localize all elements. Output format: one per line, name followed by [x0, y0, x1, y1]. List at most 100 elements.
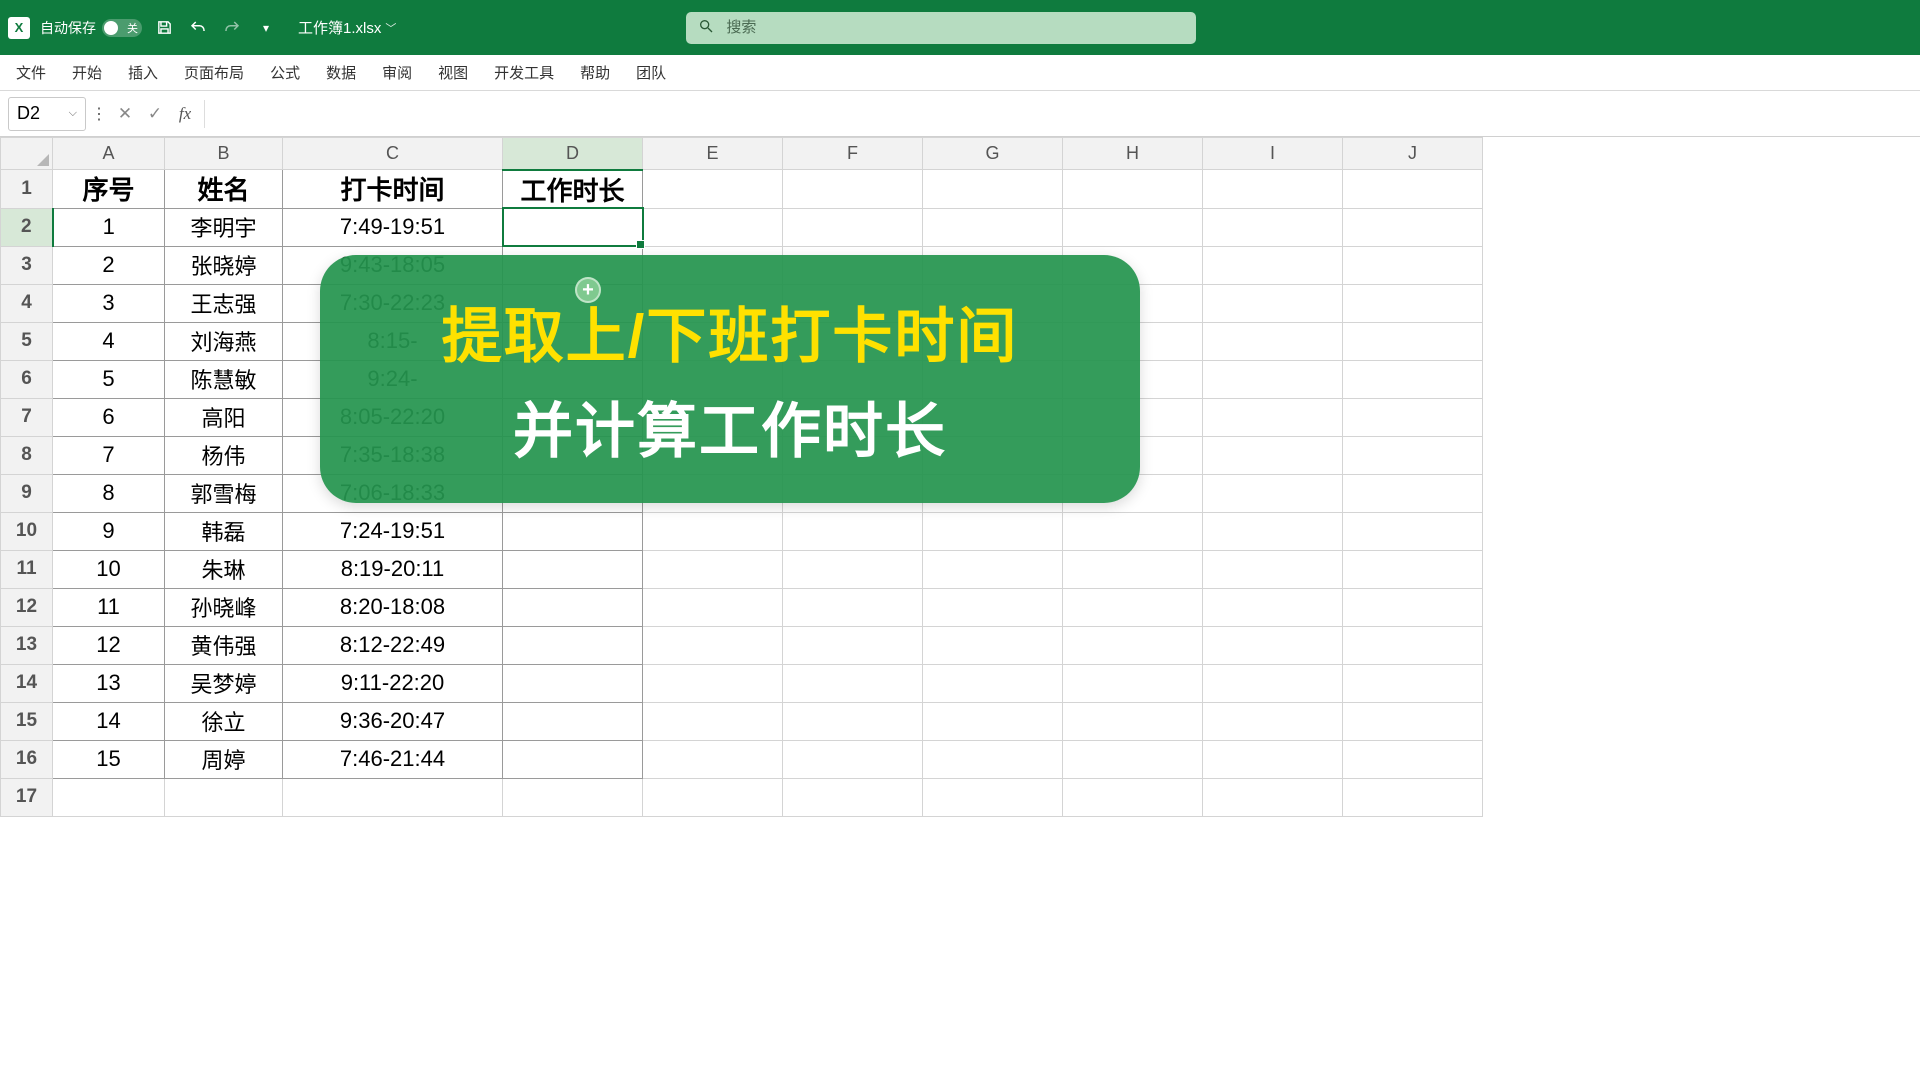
cell-G10[interactable]: [923, 512, 1063, 550]
cell-C13[interactable]: 8:12-22:49: [283, 626, 503, 664]
cell-G12[interactable]: [923, 588, 1063, 626]
cell-A3[interactable]: 2: [53, 246, 165, 284]
cell-D11[interactable]: [503, 550, 643, 588]
tab-review[interactable]: 审阅: [380, 56, 414, 89]
cell-E11[interactable]: [643, 550, 783, 588]
cell-G2[interactable]: [923, 208, 1063, 246]
cell-C14[interactable]: 9:11-22:20: [283, 664, 503, 702]
row-header-10[interactable]: 10: [1, 512, 53, 550]
cell-A5[interactable]: 4: [53, 322, 165, 360]
tab-home[interactable]: 开始: [70, 56, 104, 89]
autosave-toggle[interactable]: 自动保存 关: [40, 18, 142, 38]
cell-J2[interactable]: [1343, 208, 1483, 246]
cell-I8[interactable]: [1203, 436, 1343, 474]
save-icon[interactable]: [152, 16, 176, 40]
enter-icon[interactable]: ✓: [142, 101, 168, 127]
cell-F15[interactable]: [783, 702, 923, 740]
cell-A4[interactable]: 3: [53, 284, 165, 322]
cell-C2[interactable]: 7:49-19:51: [283, 208, 503, 246]
cell-F17[interactable]: [783, 778, 923, 816]
toggle-switch[interactable]: 关: [102, 19, 142, 37]
tab-view[interactable]: 视图: [436, 56, 470, 89]
cell-I3[interactable]: [1203, 246, 1343, 284]
row-header-5[interactable]: 5: [1, 322, 53, 360]
cell-J9[interactable]: [1343, 474, 1483, 512]
column-header-C[interactable]: C: [283, 138, 503, 170]
column-header-F[interactable]: F: [783, 138, 923, 170]
cell-A12[interactable]: 11: [53, 588, 165, 626]
tab-layout[interactable]: 页面布局: [182, 56, 246, 89]
cell-D17[interactable]: [503, 778, 643, 816]
filename[interactable]: 工作簿1.xlsx ﹀: [298, 17, 396, 38]
cell-G17[interactable]: [923, 778, 1063, 816]
tab-dev[interactable]: 开发工具: [492, 56, 556, 89]
cell-H12[interactable]: [1063, 588, 1203, 626]
cell-E15[interactable]: [643, 702, 783, 740]
cell-B11[interactable]: 朱琳: [165, 550, 283, 588]
column-header-D[interactable]: D: [503, 138, 643, 170]
cell-F2[interactable]: [783, 208, 923, 246]
cell-B8[interactable]: 杨伟: [165, 436, 283, 474]
search-box[interactable]: [686, 12, 1196, 44]
row-header-14[interactable]: 14: [1, 664, 53, 702]
row-header-4[interactable]: 4: [1, 284, 53, 322]
cell-H10[interactable]: [1063, 512, 1203, 550]
cancel-icon[interactable]: ✕: [112, 101, 138, 127]
cell-H2[interactable]: [1063, 208, 1203, 246]
cell-J11[interactable]: [1343, 550, 1483, 588]
column-header-H[interactable]: H: [1063, 138, 1203, 170]
row-header-6[interactable]: 6: [1, 360, 53, 398]
cell-I16[interactable]: [1203, 740, 1343, 778]
column-header-I[interactable]: I: [1203, 138, 1343, 170]
cell-C12[interactable]: 8:20-18:08: [283, 588, 503, 626]
cell-H1[interactable]: [1063, 170, 1203, 209]
row-header-8[interactable]: 8: [1, 436, 53, 474]
cell-I10[interactable]: [1203, 512, 1343, 550]
cell-B7[interactable]: 高阳: [165, 398, 283, 436]
cell-J16[interactable]: [1343, 740, 1483, 778]
cell-I1[interactable]: [1203, 170, 1343, 209]
cell-B1[interactable]: 姓名: [165, 170, 283, 209]
cell-D15[interactable]: [503, 702, 643, 740]
cell-I7[interactable]: [1203, 398, 1343, 436]
select-all-corner[interactable]: [1, 138, 53, 170]
row-header-15[interactable]: 15: [1, 702, 53, 740]
cell-F10[interactable]: [783, 512, 923, 550]
tab-file[interactable]: 文件: [14, 56, 48, 89]
qat-overflow-icon[interactable]: ▾: [254, 16, 278, 40]
cell-I14[interactable]: [1203, 664, 1343, 702]
cell-I6[interactable]: [1203, 360, 1343, 398]
cell-G11[interactable]: [923, 550, 1063, 588]
cell-E10[interactable]: [643, 512, 783, 550]
cell-I11[interactable]: [1203, 550, 1343, 588]
cell-A15[interactable]: 14: [53, 702, 165, 740]
cell-F16[interactable]: [783, 740, 923, 778]
row-header-16[interactable]: 16: [1, 740, 53, 778]
cell-E2[interactable]: [643, 208, 783, 246]
column-header-J[interactable]: J: [1343, 138, 1483, 170]
row-header-11[interactable]: 11: [1, 550, 53, 588]
cell-B3[interactable]: 张晓婷: [165, 246, 283, 284]
cell-J12[interactable]: [1343, 588, 1483, 626]
cell-J5[interactable]: [1343, 322, 1483, 360]
cell-I4[interactable]: [1203, 284, 1343, 322]
cell-J17[interactable]: [1343, 778, 1483, 816]
cell-J1[interactable]: [1343, 170, 1483, 209]
cell-A17[interactable]: [53, 778, 165, 816]
cell-F13[interactable]: [783, 626, 923, 664]
cell-C15[interactable]: 9:36-20:47: [283, 702, 503, 740]
cell-B15[interactable]: 徐立: [165, 702, 283, 740]
cell-D10[interactable]: [503, 512, 643, 550]
cell-B12[interactable]: 孙晓峰: [165, 588, 283, 626]
cell-D13[interactable]: [503, 626, 643, 664]
search-input[interactable]: [726, 19, 1184, 36]
cell-E13[interactable]: [643, 626, 783, 664]
row-header-7[interactable]: 7: [1, 398, 53, 436]
tab-insert[interactable]: 插入: [126, 56, 160, 89]
row-header-3[interactable]: 3: [1, 246, 53, 284]
column-header-E[interactable]: E: [643, 138, 783, 170]
name-box[interactable]: D2 ⌵: [8, 97, 86, 131]
cell-I17[interactable]: [1203, 778, 1343, 816]
cell-B17[interactable]: [165, 778, 283, 816]
cell-C1[interactable]: 打卡时间: [283, 170, 503, 209]
